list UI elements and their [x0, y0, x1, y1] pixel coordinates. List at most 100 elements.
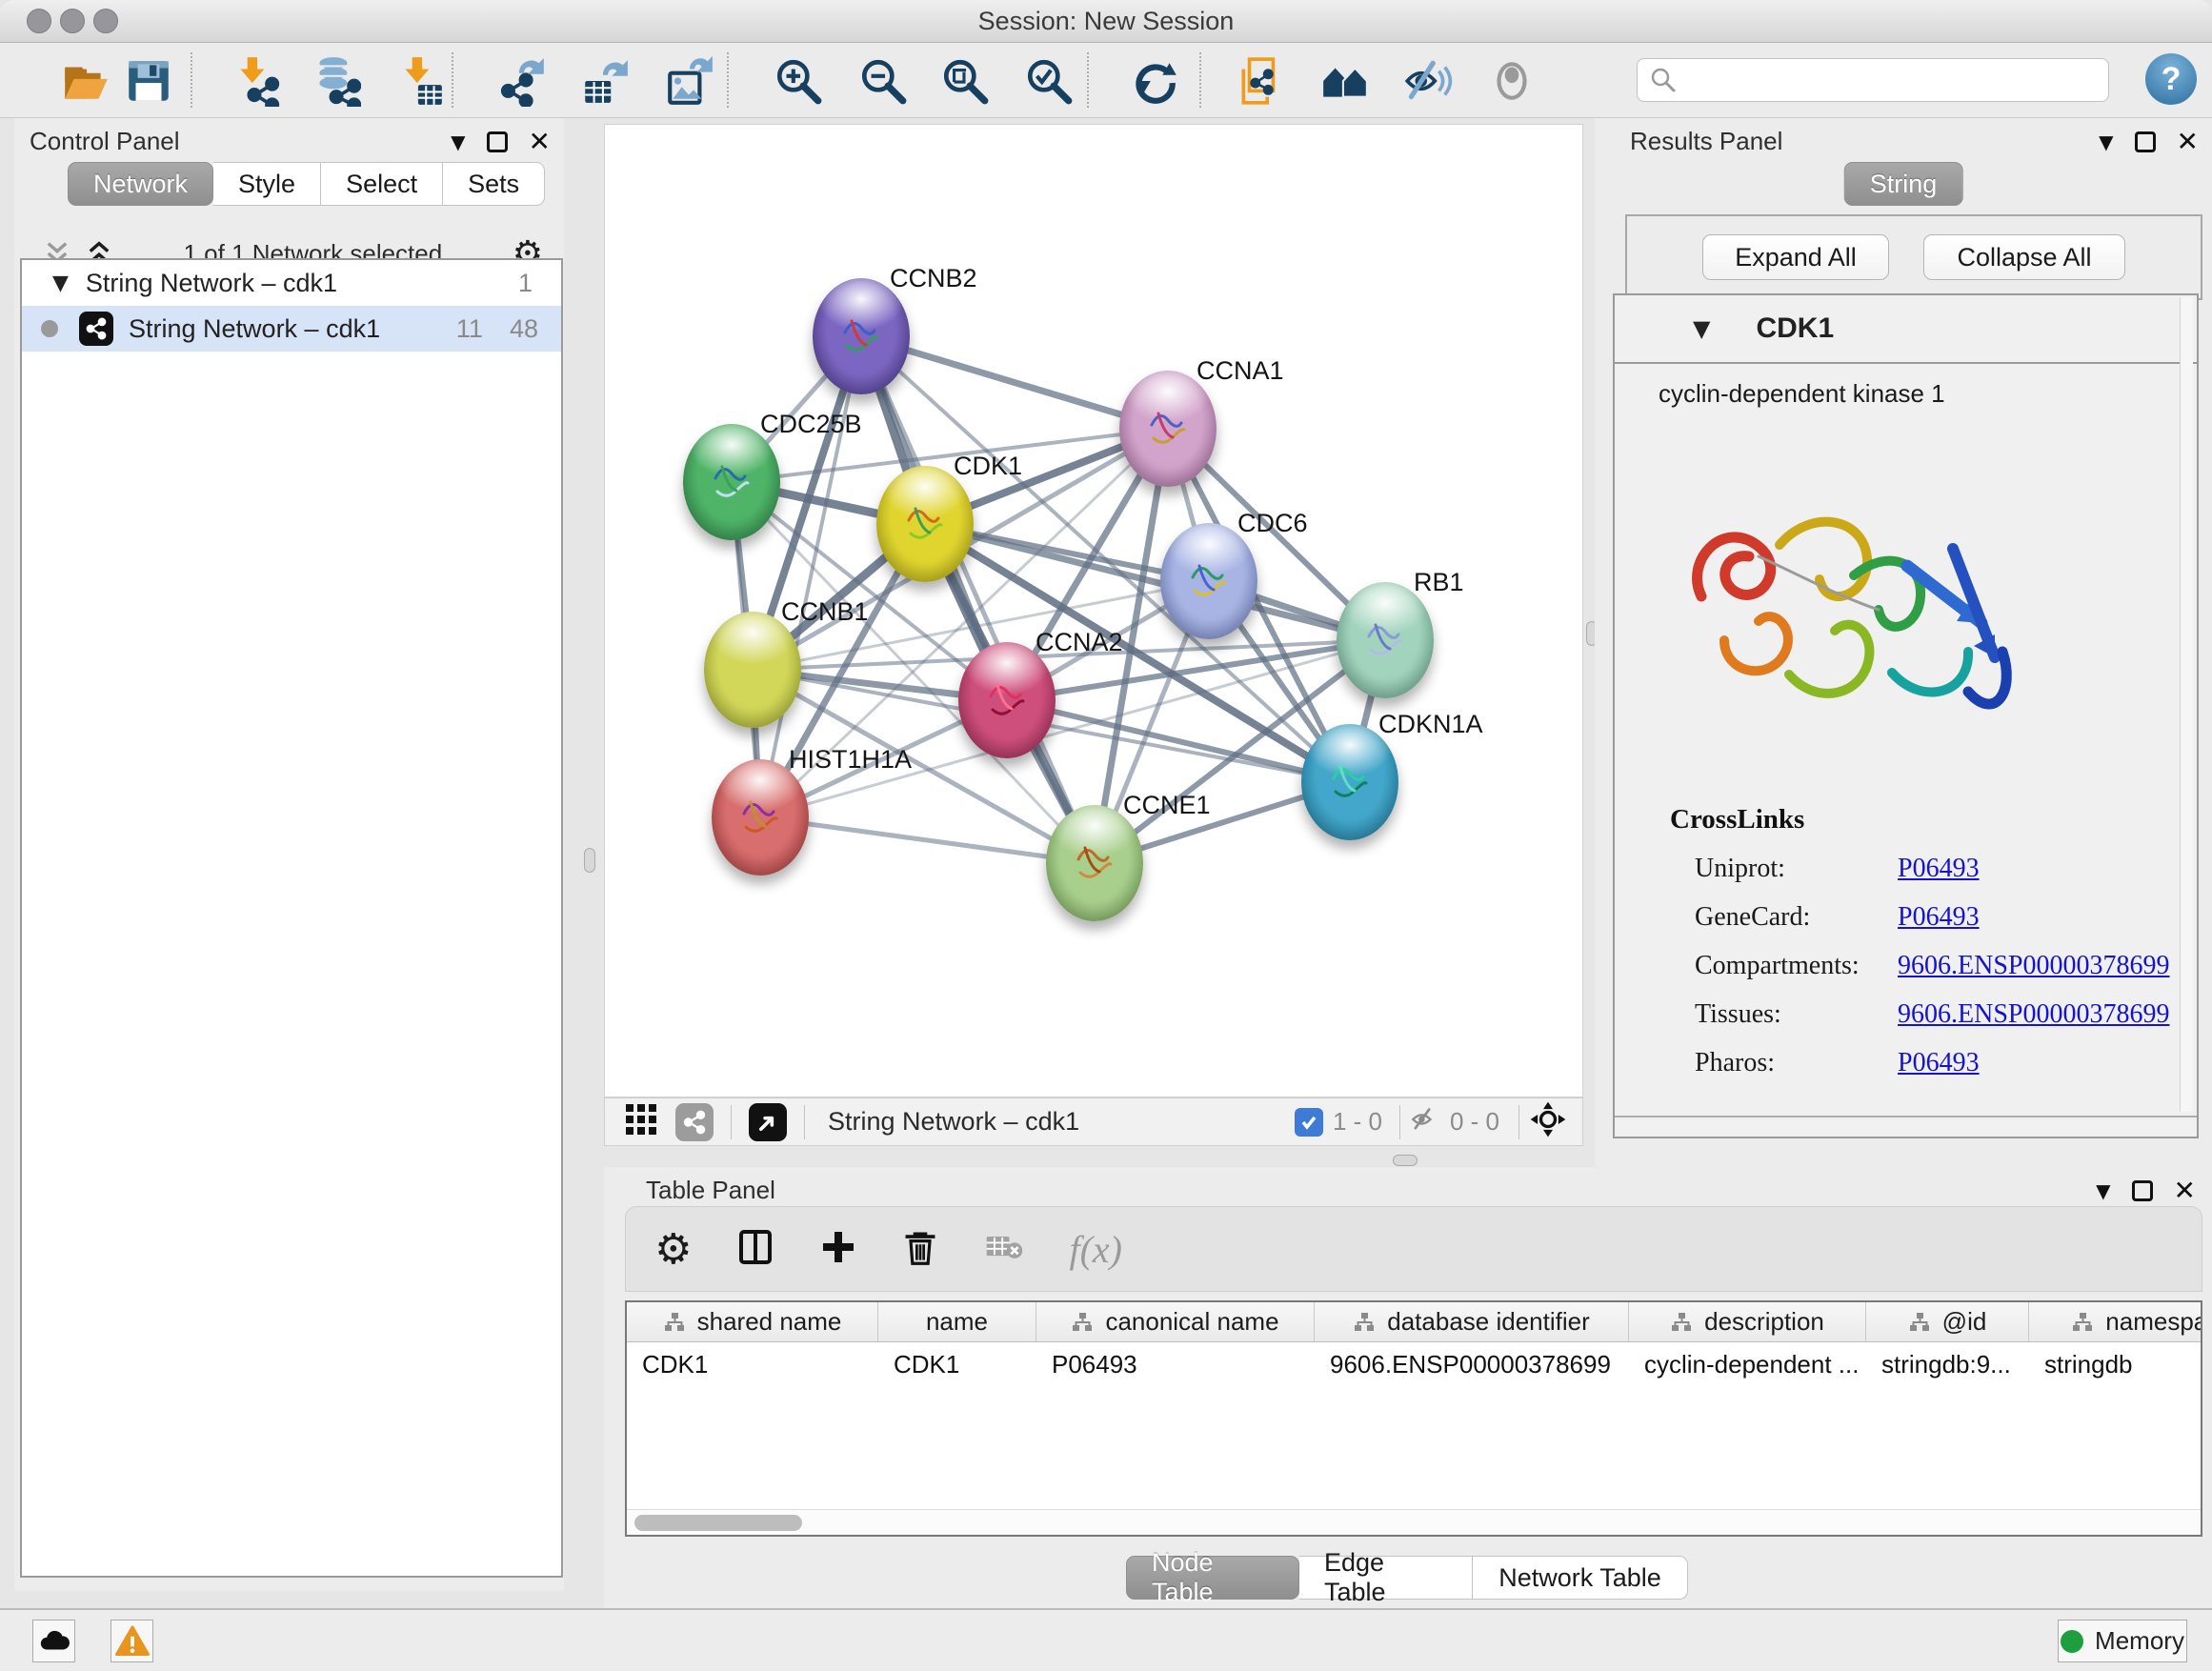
network-node-cdk1[interactable] [876, 466, 974, 582]
panel-maximize-icon[interactable] [487, 131, 508, 152]
tab-style[interactable]: Style [213, 162, 321, 206]
network-view-mode-icon[interactable] [675, 1103, 714, 1141]
delete-column-icon[interactable] [901, 1228, 939, 1271]
table-cell[interactable]: CDK1 [878, 1342, 1036, 1386]
crosslink-link[interactable]: P06493 [1898, 854, 1980, 884]
column-header[interactable]: name [878, 1302, 1036, 1341]
zoom-out-icon[interactable] [855, 53, 911, 109]
show-columns-icon[interactable] [735, 1227, 775, 1272]
import-network-from-file-icon[interactable] [228, 53, 283, 109]
export-image-icon[interactable] [662, 53, 717, 109]
column-header[interactable]: description [1629, 1302, 1866, 1341]
help-button[interactable]: ? [2145, 53, 2197, 105]
left-splitter-handle[interactable] [584, 848, 595, 873]
crosslink-link[interactable]: 9606.ENSP00000378699 [1898, 951, 2169, 981]
table-row[interactable]: CDK1CDK1P064939606.ENSP00000378699cyclin… [627, 1342, 2201, 1386]
grid-view-icon[interactable] [624, 1102, 658, 1141]
column-header[interactable]: canonical name [1036, 1302, 1315, 1341]
network-node-cdkn1a[interactable] [1301, 724, 1398, 840]
network-node-ccne1[interactable] [1046, 805, 1143, 921]
panel-maximize-icon[interactable] [2132, 1180, 2153, 1201]
crosslink-link[interactable]: P06493 [1898, 1048, 1980, 1078]
import-table-from-file-icon[interactable] [392, 53, 448, 109]
network-node-cdc6[interactable] [1160, 523, 1257, 639]
panel-close-icon[interactable]: ✕ [2174, 1175, 2196, 1206]
warnings-button[interactable] [111, 1620, 153, 1662]
column-header[interactable]: shared name [627, 1302, 878, 1341]
zoom-selected-icon[interactable] [1021, 53, 1076, 109]
zoom-fit-content-icon[interactable] [937, 53, 993, 109]
panel-float-icon[interactable]: ▼ [2099, 131, 2113, 153]
table-cell[interactable]: CDK1 [627, 1342, 878, 1386]
network-node-ccnb1[interactable] [704, 612, 801, 728]
crosslink-link[interactable]: 9606.ENSP00000378699 [1898, 999, 2169, 1030]
memory-button[interactable]: Memory [2058, 1620, 2187, 1662]
panel-maximize-icon[interactable] [2135, 131, 2156, 152]
network-edge[interactable] [760, 817, 1095, 863]
birds-eye-view-icon[interactable] [749, 1103, 787, 1141]
tab-network[interactable]: Network [68, 162, 213, 206]
bottom-splitter-handle[interactable] [1393, 1155, 1418, 1166]
entry-description: cyclin-dependent kinase 1 [1659, 379, 2197, 409]
export-network-icon[interactable] [495, 53, 551, 109]
network-canvas[interactable]: CCNB2CCNA1CDC25BCDK1CDC6RB1CCNB1CCNA2CDK… [604, 124, 1583, 1097]
refresh-view-icon[interactable] [1127, 53, 1182, 109]
open-session-icon[interactable] [58, 53, 113, 109]
tab-string[interactable]: String [1844, 162, 1963, 206]
collapse-all-button[interactable]: Collapse All [1923, 234, 2125, 280]
tab-network-table[interactable]: Network Table [1473, 1556, 1688, 1600]
save-session-icon[interactable] [121, 53, 176, 109]
network-node-hist1h1a[interactable] [712, 759, 809, 876]
clone-network-icon[interactable] [1234, 53, 1289, 109]
network-node-ccna2[interactable] [958, 642, 1056, 758]
zoom-in-icon[interactable] [771, 53, 826, 109]
function-builder-icon[interactable]: f(x) [1069, 1227, 1122, 1272]
show-all-icon[interactable] [1484, 53, 1539, 109]
table-cell[interactable]: cyclin-dependent ... [1629, 1342, 1866, 1386]
results-scrollbar[interactable] [2180, 297, 2193, 1112]
tab-node-table[interactable]: Node Table [1126, 1556, 1299, 1600]
add-column-icon[interactable] [819, 1228, 857, 1271]
panel-close-icon[interactable]: ✕ [529, 126, 551, 157]
network-node-cdc25b[interactable] [683, 424, 780, 540]
search-input[interactable] [1637, 58, 2109, 102]
tab-select[interactable]: Select [321, 162, 443, 206]
entry-collapse-icon[interactable]: ▼ [1693, 315, 1710, 342]
network-node-rb1[interactable] [1337, 582, 1434, 698]
network-node-ccna1[interactable] [1119, 371, 1217, 487]
table-horizontal-scrollbar[interactable] [627, 1509, 2201, 1535]
cloud-status-button[interactable] [32, 1620, 75, 1662]
tab-edge-table[interactable]: Edge Table [1299, 1556, 1473, 1600]
table-options-gear-icon[interactable]: ⚙ [654, 1225, 692, 1274]
network-row[interactable]: String Network – cdk1 11 48 [22, 306, 561, 352]
crosslink-row: Tissues:9606.ENSP00000378699 [1670, 999, 2169, 1030]
network-edge[interactable] [861, 336, 1095, 863]
first-neighbors-icon[interactable] [1317, 53, 1373, 109]
panel-float-icon[interactable]: ▼ [451, 131, 465, 153]
hide-selected-icon[interactable] [1399, 53, 1455, 109]
column-header[interactable]: database identifier [1315, 1302, 1629, 1341]
table-cell[interactable]: stringdb [2029, 1342, 2202, 1386]
column-header[interactable]: namespace [2029, 1302, 2202, 1341]
scrollbar-thumb[interactable] [634, 1515, 802, 1531]
network-node-ccnb2[interactable] [813, 278, 910, 394]
panel-float-icon[interactable]: ▼ [2096, 1179, 2110, 1202]
results-panel-title: Results Panel [1630, 127, 1782, 156]
crosslink-link[interactable]: P06493 [1898, 902, 1980, 933]
column-header[interactable]: @id [1866, 1302, 2029, 1341]
collection-expand-icon[interactable]: ▼ [52, 272, 69, 295]
tab-sets[interactable]: Sets [443, 162, 545, 206]
export-table-icon[interactable] [577, 53, 633, 109]
table-cell[interactable]: 9606.ENSP00000378699 [1315, 1342, 1629, 1386]
warning-icon [115, 1624, 150, 1659]
pan-mode-icon[interactable] [1529, 1100, 1567, 1143]
table-cell[interactable]: P06493 [1036, 1342, 1315, 1386]
delete-table-icon[interactable] [983, 1226, 1025, 1273]
import-network-from-database-icon[interactable] [308, 53, 363, 109]
table-cell[interactable]: stringdb:9... [1866, 1342, 2029, 1386]
panel-close-icon[interactable]: ✕ [2177, 126, 2199, 157]
network-collection-row[interactable]: ▼ String Network – cdk1 1 [22, 260, 561, 306]
cloud-icon [38, 1625, 70, 1658]
expand-all-button[interactable]: Expand All [1702, 234, 1889, 280]
selected-checkbox-icon[interactable] [1295, 1108, 1323, 1137]
